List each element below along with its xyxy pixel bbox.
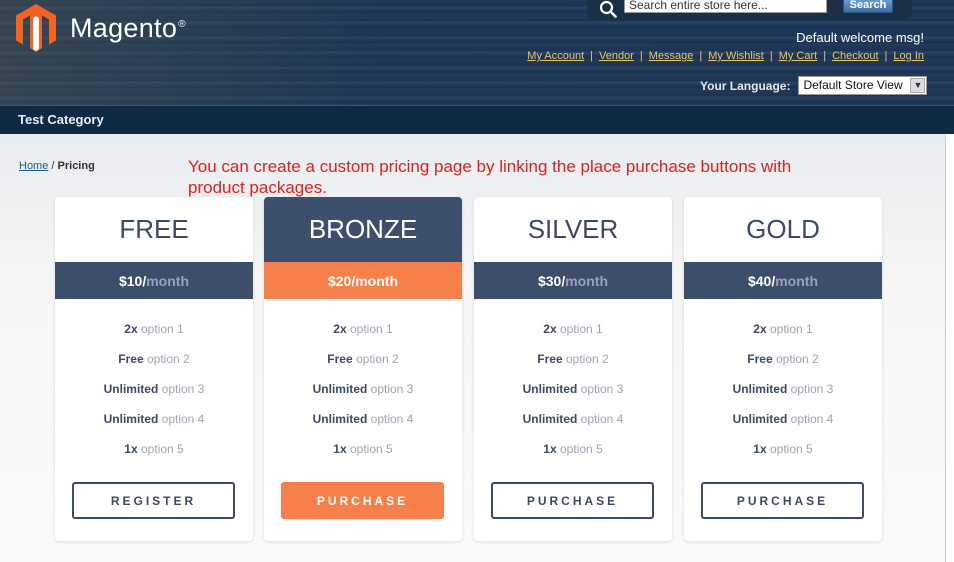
plan-option: 2x option 1 bbox=[124, 322, 184, 336]
plan-card-bronze: BRONZE $20/month 2x option 1 Free option… bbox=[264, 197, 462, 541]
nav-item-test-category[interactable]: Test Category bbox=[18, 112, 104, 127]
link-my-account[interactable]: My Account bbox=[527, 50, 584, 62]
chevron-down-icon[interactable]: ▼ bbox=[910, 78, 926, 93]
plan-price: $20/month bbox=[264, 262, 462, 299]
language-select[interactable]: Default Store View ▼ bbox=[798, 76, 928, 95]
plan-option: Unlimited option 3 bbox=[103, 382, 205, 396]
breadcrumb-current: Pricing bbox=[57, 160, 95, 172]
plan-option: Unlimited option 3 bbox=[522, 382, 624, 396]
page-scrollbar[interactable] bbox=[945, 134, 954, 562]
plan-card-gold: GOLD $40/month 2x option 1 Free option 2… bbox=[684, 197, 882, 541]
plan-option: Unlimited option 4 bbox=[522, 412, 624, 426]
purchase-button-bronze[interactable]: PURCHASE bbox=[281, 482, 444, 519]
plan-option: 2x option 1 bbox=[543, 322, 603, 336]
plan-option: Unlimited option 3 bbox=[312, 382, 414, 396]
plan-option: 1x option 5 bbox=[333, 442, 393, 456]
language-select-value: Default Store View bbox=[803, 78, 903, 92]
plan-option: 1x option 5 bbox=[753, 442, 813, 456]
plan-name: BRONZE bbox=[264, 197, 462, 262]
link-my-wishlist[interactable]: My Wishlist bbox=[708, 50, 764, 62]
link-message[interactable]: Message bbox=[649, 50, 694, 62]
plan-price: $40/month bbox=[684, 262, 882, 299]
search-icon bbox=[599, 0, 617, 18]
breadcrumb: Home / Pricing bbox=[19, 160, 95, 172]
link-log-in[interactable]: Log In bbox=[893, 50, 924, 62]
magento-logo-icon bbox=[16, 4, 56, 52]
purchase-button-gold[interactable]: PURCHASE bbox=[701, 482, 864, 519]
logo[interactable]: Magento® bbox=[16, 4, 186, 52]
link-checkout[interactable]: Checkout bbox=[832, 50, 878, 62]
plan-option: Free option 2 bbox=[118, 352, 190, 366]
breadcrumb-home[interactable]: Home bbox=[19, 160, 48, 172]
register-button[interactable]: REGISTER bbox=[72, 482, 235, 519]
plan-card-silver: SILVER $30/month 2x option 1 Free option… bbox=[474, 197, 672, 541]
plan-option: Free option 2 bbox=[747, 352, 819, 366]
pricing-notice: You can create a custom pricing page by … bbox=[188, 157, 792, 197]
language-switcher: Your Language: Default Store View ▼ bbox=[700, 76, 928, 95]
plan-option: Unlimited option 4 bbox=[312, 412, 414, 426]
plan-name: GOLD bbox=[746, 214, 820, 244]
main-content: Home / Pricing You can create a custom p… bbox=[0, 134, 945, 562]
link-my-cart[interactable]: My Cart bbox=[779, 50, 818, 62]
search-input[interactable]: Search entire store here... bbox=[624, 0, 827, 13]
plan-name: FREE bbox=[119, 214, 189, 244]
plan-option: 1x option 5 bbox=[124, 442, 184, 456]
plan-card-free: FREE $10/month 2x option 1 Free option 2… bbox=[55, 197, 253, 541]
main-nav: Test Category bbox=[0, 105, 954, 134]
language-label: Your Language: bbox=[700, 78, 791, 93]
logo-text: Magento® bbox=[70, 12, 186, 43]
plan-option: 2x option 1 bbox=[333, 322, 393, 336]
plan-price: $30/month bbox=[474, 262, 672, 299]
plan-option: 2x option 1 bbox=[753, 322, 813, 336]
plan-name: SILVER bbox=[527, 214, 619, 244]
plan-option: Unlimited option 4 bbox=[732, 412, 834, 426]
plan-option: 1x option 5 bbox=[543, 442, 603, 456]
plan-option: Unlimited option 4 bbox=[103, 412, 205, 426]
site-header: Magento® Search entire store here... Sea… bbox=[0, 0, 954, 105]
purchase-button-silver[interactable]: PURCHASE bbox=[491, 482, 654, 519]
account-links: My Account | Vendor | Message | My Wishlist… bbox=[527, 50, 924, 62]
link-vendor[interactable]: Vendor bbox=[599, 50, 634, 62]
plan-option: Free option 2 bbox=[537, 352, 609, 366]
search-bar: Search entire store here... Search bbox=[587, 0, 912, 20]
plan-option: Free option 2 bbox=[327, 352, 399, 366]
plan-price: $10/month bbox=[55, 262, 253, 299]
welcome-message: Default welcome msg! bbox=[796, 30, 924, 45]
search-button[interactable]: Search bbox=[843, 0, 893, 13]
plan-option: Unlimited option 3 bbox=[732, 382, 834, 396]
